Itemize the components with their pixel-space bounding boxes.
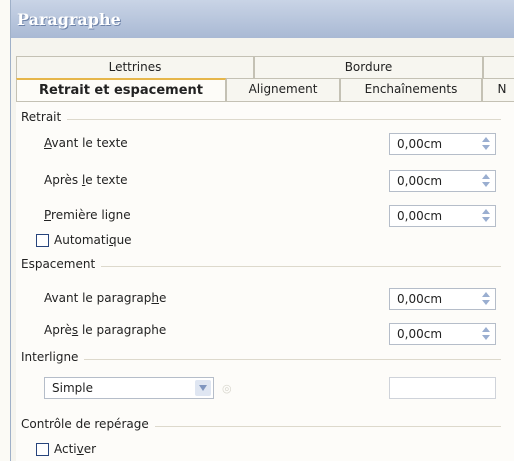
tab-retrait-espacement[interactable]: Retrait et espacement [16, 78, 226, 101]
interligne-select[interactable]: Simple [44, 377, 214, 399]
spin-value: 0,00cm [397, 292, 443, 306]
tab-alignement[interactable]: Alignement [226, 78, 340, 101]
apres-le-texte-label: Après le texte [44, 173, 128, 187]
spin-arrows-icon[interactable] [479, 291, 493, 307]
tab-label: Retrait et espacement [39, 83, 203, 98]
tab-row-front: Retrait et espacement Alignement Enchaîn… [16, 78, 514, 101]
spin-arrows-icon[interactable] [479, 173, 493, 189]
de-label-icon: ◎ [222, 382, 232, 395]
section-label: Retrait [21, 110, 68, 124]
spin-arrows-icon[interactable] [479, 326, 493, 342]
spin-value: 0,00cm [397, 174, 443, 188]
interligne-de-field[interactable] [389, 377, 496, 399]
section-label: Espacement [21, 257, 102, 271]
tab-label: N [497, 82, 507, 96]
tab-row-back: Lettrines Bordure [16, 56, 514, 78]
section-label: Contrôle de repérage [21, 417, 155, 431]
spin-value: 0,00cm [397, 209, 443, 223]
spin-arrows-icon[interactable] [479, 136, 493, 152]
spin-value: 0,00cm [397, 137, 443, 151]
activer-label: Activer [54, 442, 97, 456]
section-espacement: Espacement [21, 257, 501, 275]
activer-checkbox[interactable] [36, 443, 49, 456]
tab-label: Alignement [248, 82, 318, 96]
select-value: Simple [52, 381, 93, 395]
section-label: Interligne [21, 350, 85, 364]
chevron-down-icon[interactable] [195, 380, 211, 396]
avant-paragraphe-label: Avant le paragraphe [44, 291, 167, 305]
section-interligne: Interligne [21, 350, 501, 368]
avant-le-texte-input[interactable]: 0,00cm [389, 133, 496, 155]
apres-paragraphe-label: Après le paragraphe [44, 323, 167, 337]
spin-value: 0,00cm [397, 327, 443, 341]
premiere-ligne-label: Première ligne [44, 208, 131, 222]
tab-bordure[interactable]: Bordure [254, 56, 483, 78]
tab-label: Bordure [344, 60, 393, 74]
automatique-label: Automatique [54, 233, 132, 247]
apres-le-texte-input[interactable]: 0,00cm [389, 170, 496, 192]
tab-panel: Retrait Avant le texte 0,00cm Après le t… [16, 101, 514, 461]
avant-paragraphe-input[interactable]: 0,00cm [389, 288, 496, 310]
tab-more[interactable] [483, 56, 514, 78]
dialog-title: Paragraphe [17, 10, 121, 29]
section-retrait: Retrait [21, 110, 501, 128]
tab-label: Lettrines [108, 60, 162, 74]
title-bar: Paragraphe [11, 0, 514, 38]
tab-label: Enchaînements [364, 82, 458, 96]
tab-enchainements[interactable]: Enchaînements [340, 78, 482, 101]
premiere-ligne-input[interactable]: 0,00cm [389, 205, 496, 227]
spin-arrows-icon[interactable] [479, 208, 493, 224]
automatique-checkbox[interactable] [36, 234, 49, 247]
tab-numerotation[interactable]: N [482, 78, 514, 101]
section-controle-reperage: Contrôle de repérage [21, 417, 501, 435]
paragraph-dialog: Paragraphe Lettrines Bordure Retrait et … [10, 0, 514, 461]
tab-lettrines[interactable]: Lettrines [16, 56, 254, 78]
apres-paragraphe-input[interactable]: 0,00cm [389, 323, 496, 345]
avant-le-texte-label: Avant le texte [44, 136, 128, 150]
